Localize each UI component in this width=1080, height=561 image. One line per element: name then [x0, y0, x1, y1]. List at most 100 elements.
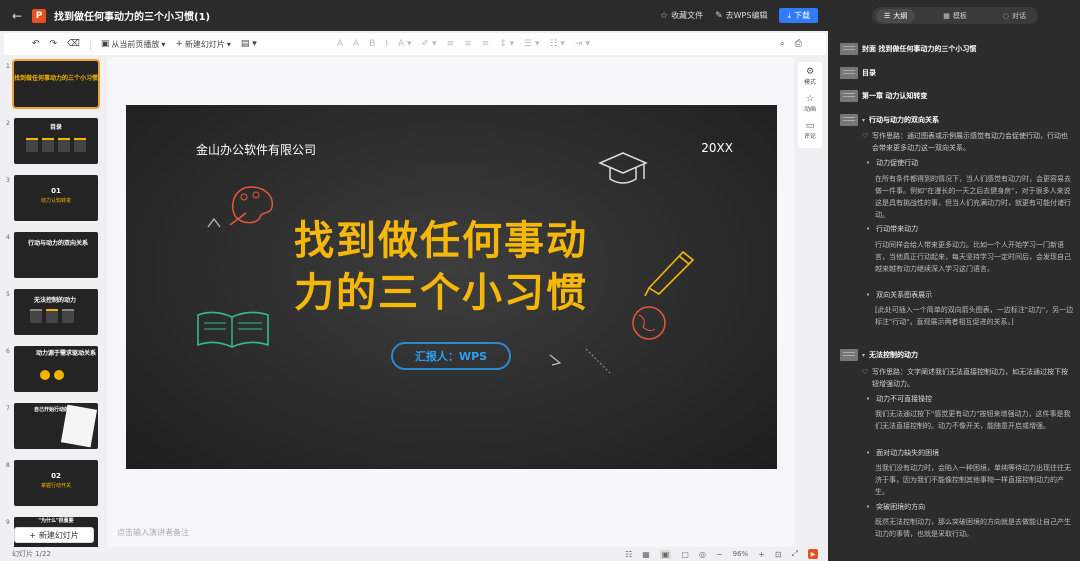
print-icon[interactable]: ⎙ [795, 39, 802, 49]
slide-icon [840, 114, 858, 126]
thumbnail-cards [30, 309, 74, 323]
grid-view-icon[interactable]: ▦ [642, 550, 650, 559]
outline-item-section-1[interactable]: ▾ 行动与动力的双向关系 [840, 114, 939, 126]
fullscreen-icon[interactable]: ⤢ [792, 549, 798, 559]
outline-bullet-body[interactable]: 在所有条件都得到的情况下，当人们感觉有动力时，会更容易去做一件事。例如"在漫长的… [875, 173, 1075, 221]
align-left-icon[interactable]: ≡ [446, 39, 454, 49]
slideshow-play-icon[interactable]: ▶ [808, 549, 818, 559]
thumbnail-chapter: 02 [51, 472, 61, 480]
outline-item-section-2[interactable]: ▾ 无法控制的动力 [840, 349, 918, 361]
toolbar-divider [89, 38, 91, 50]
slide-reporter[interactable]: 汇报人：WPS [391, 342, 511, 370]
list-icon: ☰ [884, 11, 891, 20]
outline-bullet[interactable]: 动力促使行动 [866, 158, 918, 168]
thumbnail-cards [26, 138, 86, 152]
slide-thumbnail-3[interactable]: 3 01 动力认知转变 [4, 175, 102, 223]
slide-company-name[interactable]: 金山办公软件有限公司 [196, 141, 316, 158]
normal-view-icon[interactable]: ▣ [659, 549, 672, 559]
chevron-down-icon: ▾ [862, 351, 866, 359]
zoom-in-icon[interactable]: + [758, 550, 765, 559]
slide-thumbnail-4[interactable]: 4 行动与动力的双向关系 [4, 232, 102, 280]
slide-thumbnail-2[interactable]: 2 目录 [4, 118, 102, 166]
slide-thumbnail-5[interactable]: 5 无法控制的动力 [4, 289, 102, 337]
outline-bullet[interactable]: 双向关系图表展示 [866, 290, 932, 300]
new-slide-button[interactable]: + 新建幻灯片 ▾ [175, 39, 231, 50]
edit-in-wps-label: 去WPS编辑 [725, 11, 768, 20]
align-center-icon[interactable]: ≡ [464, 39, 472, 49]
outline-item-cover[interactable]: 封面 找到做任何事动力的三个小习惯 [840, 43, 976, 55]
download-button[interactable]: ⤓ 下载 [779, 8, 818, 23]
outline-bullet-body[interactable]: [此处可插入一个简单的双向箭头图表，一边标注"动力"，另一边标注"行动"，直观展… [875, 304, 1075, 328]
style-label: 模式 [803, 79, 816, 86]
pencil-icon [644, 250, 695, 296]
play-from-current-button[interactable]: ▣ 从当前页播放 ▾ [101, 39, 166, 50]
thumbnail-paper [60, 404, 98, 448]
slide-thumbnail-7[interactable]: 7 自己开始行动的方式 [4, 403, 102, 451]
add-slide-button[interactable]: + 新建幻灯片 [14, 527, 94, 543]
thumbnail-title: 无法控制的动力 [34, 297, 77, 304]
outline-bullet[interactable]: 行动带来动力 [866, 224, 918, 234]
outline-item-label: 第一章 动力认知转变 [862, 92, 928, 100]
edit-in-wps-button[interactable]: ✎ 去WPS编辑 [715, 10, 767, 21]
redo-icon[interactable]: ↷ [50, 39, 58, 49]
outline-item-toc[interactable]: 目录 [840, 67, 876, 79]
tab-template[interactable]: ▦ 模板 [935, 9, 975, 23]
outline-bullet[interactable]: 突破困境的方向 [866, 502, 925, 512]
outline-bullet-body[interactable]: 行动同样会给人带来更多动力。比如一个人开始学习一门新语言，当他真正行动起来，每天… [875, 239, 1075, 275]
bold-icon[interactable]: B [369, 39, 375, 49]
slide-icon [840, 43, 858, 55]
tab-template-label: 模板 [952, 11, 967, 20]
numbered-list-icon[interactable]: ☷ ▾ [549, 39, 564, 49]
add-slide-label: 新建幻灯片 [38, 530, 79, 540]
writing-idea[interactable]: ♡ 写作思路：通过图表或示例展示感觉有动力会促使行动，行动也会带来更多动力这一双… [862, 130, 1072, 154]
thumbnail-preview: 无法控制的动力 [14, 289, 98, 335]
web-view-icon[interactable]: ◎ [699, 550, 706, 559]
slide-thumbnail-6[interactable]: 6 动力源于需求驱动关系 [4, 346, 102, 394]
tab-chat[interactable]: ◌ 对话 [995, 9, 1034, 23]
fit-window-icon[interactable]: ⊡ [775, 550, 782, 559]
slide-year[interactable]: 20XX [701, 141, 733, 155]
slide-thumbnail-8[interactable]: 8 02 掌握行动开关 [4, 460, 102, 508]
text-direction-icon[interactable]: ⇥ ▾ [575, 39, 590, 49]
outline-bullet-body[interactable]: 我们无法通过按下"感觉更有动力"按钮来增强动力，这件事是我们无法直接控制的。动力… [875, 408, 1075, 432]
thumbnail-title: 目录 [49, 124, 62, 131]
main-toolbar: ↶ ↷ ⌫ ▣ 从当前页播放 ▾ + 新建幻灯片 ▾ ▤ ▾ A A B I A… [4, 33, 826, 55]
tab-outline[interactable]: ☰ 大纲 [876, 8, 916, 23]
comment-button[interactable]: ▭ 评论 [798, 121, 822, 140]
font-icon[interactable]: A [337, 39, 343, 49]
outline-bullet-body[interactable]: 当我们没有动力时，会陷入一种困境，单纯等待动力出现往往无济于事，因为我们不能像控… [875, 462, 1075, 498]
highlight-icon[interactable]: ✐ ▾ [422, 39, 437, 49]
slide-icon [840, 90, 858, 102]
font-size-icon[interactable]: A [353, 39, 359, 49]
speaker-notes-placeholder[interactable]: 点击输入演讲者备注 [117, 527, 189, 538]
outline-bullet-body[interactable]: 既然无法控制动力，那么突破困境的方向就是去做能让自己产生动力的事情，也就是采取行… [875, 516, 1075, 540]
italic-icon[interactable]: I [385, 39, 388, 49]
reading-view-icon[interactable]: ▢ [681, 550, 689, 559]
outline-item-label: 封面 找到做任何事动力的三个小习惯 [862, 45, 977, 53]
font-color-icon[interactable]: A ▾ [398, 39, 412, 49]
outline-bullet[interactable]: 动力不可直接操控 [866, 394, 932, 404]
search-icon[interactable]: ⌕ [780, 39, 785, 49]
line-spacing-icon[interactable]: ⇕ ▾ [499, 39, 514, 49]
back-arrow-icon[interactable]: ← [8, 9, 26, 23]
outline-view-icon[interactable]: ☷ [625, 550, 632, 559]
zoom-level[interactable]: 96% [733, 550, 749, 558]
align-right-icon[interactable]: ≡ [482, 39, 490, 49]
format-painter-icon[interactable]: ⌫ [67, 39, 80, 49]
writing-idea-text: 写作思路：通过图表或示例展示感觉有动力会促使行动，行动也会带来更多动力这一双向关… [872, 132, 1068, 152]
outline-bullet[interactable]: 面对动力缺失的困境 [866, 448, 939, 458]
current-slide[interactable]: 金山办公软件有限公司 20XX 找到做任何事动 力的三个小习惯 汇报人：WPS [126, 105, 777, 469]
zoom-out-icon[interactable]: − [716, 550, 723, 559]
chalk-arrow-doodle [549, 348, 611, 374]
layout-icon[interactable]: ▤ ▾ [241, 39, 257, 49]
favorite-file-button[interactable]: ☆ 收藏文件 [660, 10, 703, 21]
comment-label: 评论 [803, 133, 816, 140]
style-button[interactable]: ⚙ 模式 [798, 67, 822, 86]
bullet-list-icon[interactable]: ☰ ▾ [524, 39, 539, 49]
outline-item-chapter-1[interactable]: 第一章 动力认知转变 [840, 90, 927, 102]
animation-label: 动画 [803, 106, 816, 113]
slide-thumbnail-1[interactable]: 1 找到做任何事动力的三个小习惯 [4, 59, 102, 109]
animation-button[interactable]: ☆ 动画 [798, 94, 822, 113]
undo-icon[interactable]: ↶ [32, 39, 40, 49]
writing-idea[interactable]: ♡ 写作思路：文字阐述我们无法直接控制动力，如无法通过按下按钮增强动力。 [862, 366, 1072, 390]
